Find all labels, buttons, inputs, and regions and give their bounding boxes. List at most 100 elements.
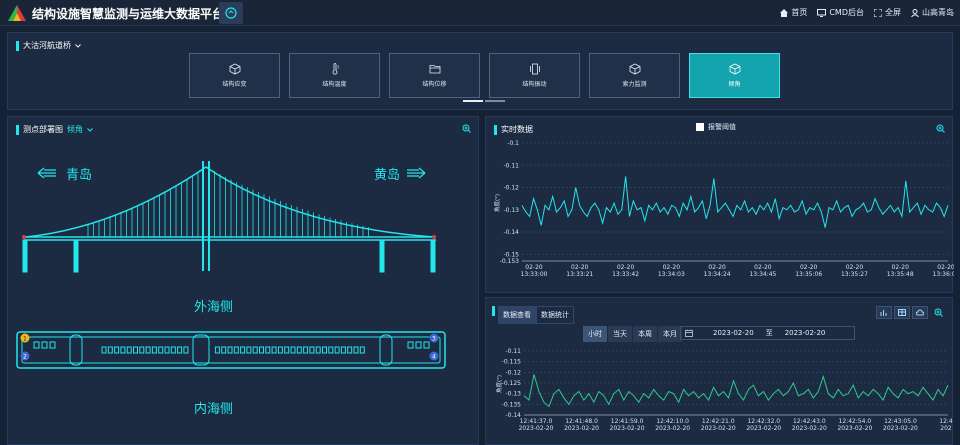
period-week[interactable]: 本周 xyxy=(633,326,658,342)
nav-user[interactable]: 山高青岛 xyxy=(911,7,954,18)
layout-filter[interactable]: 倾角 xyxy=(67,124,83,135)
pier xyxy=(73,239,79,273)
sensor-point[interactable] xyxy=(432,235,436,239)
refresh-icon xyxy=(225,7,237,19)
bridge-selector[interactable]: 大沽河航道桥 xyxy=(16,40,81,51)
tile-temperature[interactable]: 结构温度 xyxy=(289,53,380,98)
deck-segment xyxy=(170,346,176,354)
x-tick-label: 02-20 xyxy=(525,264,543,271)
pager-dot[interactable] xyxy=(485,100,505,102)
deck-segment xyxy=(322,346,327,354)
deck-segment xyxy=(177,346,183,354)
pier xyxy=(430,239,436,273)
legend-label: 报警阈值 xyxy=(708,123,736,131)
x-tick-label: 12:42:43.0 xyxy=(793,418,826,425)
tile-inclination[interactable]: 倾角 xyxy=(689,53,780,98)
back-button[interactable] xyxy=(219,2,243,24)
data-view-header xyxy=(492,306,495,316)
deck-segment xyxy=(252,346,258,354)
top-bar: 结构设施智慧监测与运维大数据平台 首页 CMD后台 全屏 山高青岛 xyxy=(0,0,960,26)
y-tick-label: -0.153 xyxy=(500,258,520,265)
outer-side-label: 外海侧 xyxy=(194,300,233,315)
cube-sensor-icon xyxy=(229,63,240,75)
layout-panel-title: 测点部署图 xyxy=(23,125,63,134)
tile-label: 结构振动 xyxy=(522,81,547,88)
data-view-panel: 数据查看 数据统计 小时 当天 本周 本月 2023-02-20 至 2023-… xyxy=(485,297,953,445)
period-selector: 小时 当天 本周 本月 xyxy=(583,326,683,342)
series-line xyxy=(521,176,949,228)
tile-label: 结构温度 xyxy=(322,81,347,88)
x-tick-label: 2023-02-20 xyxy=(746,425,781,432)
nav-fullscreen[interactable]: 全屏 xyxy=(874,7,901,18)
sensor-marker-label: 4 xyxy=(432,354,436,361)
deck-segment xyxy=(145,346,151,354)
nav-cmd[interactable]: CMD后台 xyxy=(817,7,864,18)
y-tick-label: -0.11 xyxy=(503,162,519,169)
table-button[interactable] xyxy=(894,306,910,319)
x-tick-label: 12:43:05.0 xyxy=(884,418,917,425)
nav-fullscreen-label: 全屏 xyxy=(885,8,901,17)
x-tick-label: 13:36:09 xyxy=(933,271,954,278)
home-icon xyxy=(780,8,789,17)
x-tick-label: 2023-02-20 xyxy=(701,425,736,432)
x-tick-label: 13:35:27 xyxy=(841,271,868,278)
x-tick-label: 13:35:48 xyxy=(887,271,914,278)
x-tick-label: 2023-02-20 xyxy=(519,425,554,432)
title-accent-bar xyxy=(16,124,19,135)
x-tick-label: 13:34:45 xyxy=(749,271,776,278)
deck-segment xyxy=(359,346,365,354)
realtime-chart: -0.1-0.11-0.12-0.13-0.14-0.15-0.153角度(°)… xyxy=(493,140,954,278)
x-tick-label: 02-20 xyxy=(663,264,681,271)
x-tick-label: 12:42:10.0 xyxy=(656,418,689,425)
x-tick-label: 2023-02-20 xyxy=(655,425,690,432)
folder-icon xyxy=(429,65,440,74)
x-tick-label: 13:33:00 xyxy=(521,271,548,278)
zoom-icon[interactable] xyxy=(936,124,945,133)
x-tick-label: 2023-02-20 xyxy=(883,425,918,432)
deck-segment xyxy=(246,346,252,354)
history-chart: -0.11-0.115-0.12-0.125-0.13-0.135-0.14角度… xyxy=(495,348,953,432)
deck-segment xyxy=(240,346,246,354)
period-today[interactable]: 当天 xyxy=(608,326,633,342)
tile-cable-force[interactable]: 索力监测 xyxy=(589,53,680,98)
tile-strain[interactable]: 结构应变 xyxy=(189,53,280,98)
left-arrow-icon xyxy=(37,167,56,179)
deck-segment xyxy=(114,346,120,354)
chevron-down-icon xyxy=(75,43,81,48)
sensor-marker-label: 3 xyxy=(432,336,436,343)
date-from[interactable]: 2023-02-20 xyxy=(713,329,754,337)
bridge-deck xyxy=(24,236,436,241)
x-tick-label: 13:33:21 xyxy=(566,271,593,278)
x-tick-label: 12:41:48.0 xyxy=(565,418,598,425)
deck-segment xyxy=(271,346,277,354)
zoom-button[interactable] xyxy=(930,306,946,319)
y-tick-label: -0.14 xyxy=(503,229,519,236)
right-city-label: 黄岛 xyxy=(374,167,400,183)
tab-data-view[interactable]: 数据查看 xyxy=(498,306,536,324)
deck-segment xyxy=(328,346,334,354)
tab-data-stats[interactable]: 数据统计 xyxy=(536,306,574,324)
title-accent-bar xyxy=(492,306,495,316)
fullscreen-icon xyxy=(874,8,882,17)
nav-home[interactable]: 首页 xyxy=(780,7,807,18)
sensor-point[interactable] xyxy=(22,235,26,239)
date-to[interactable]: 2023-02-20 xyxy=(785,329,826,337)
date-separator: 至 xyxy=(765,329,773,337)
download-button[interactable] xyxy=(912,306,928,319)
bridge-tower xyxy=(202,161,210,271)
monitor-tiles: 结构应变 结构温度 结构位移 结构振动 索力监测 倾角 xyxy=(189,53,780,98)
chart-legend[interactable]: 报警阈值 xyxy=(696,122,736,132)
bar-chart-button[interactable] xyxy=(876,306,892,319)
date-range-picker[interactable]: 2023-02-20 至 2023-02-20 xyxy=(680,326,855,340)
tile-label: 索力监测 xyxy=(622,81,647,88)
pager-dot[interactable] xyxy=(463,100,483,102)
sensor-layout-panel: 测点部署图 倾角 青岛 黄岛 外海侧 内海侧 1 2 3 4 xyxy=(7,116,479,445)
sensor-marker-label: 2 xyxy=(23,354,27,361)
deck-segment xyxy=(353,346,359,354)
tile-vibration[interactable]: 结构振动 xyxy=(489,53,580,98)
x-tick-label: 12:41:37.0 xyxy=(520,418,553,425)
tile-displacement[interactable]: 结构位移 xyxy=(389,53,480,98)
period-hour[interactable]: 小时 xyxy=(583,326,608,342)
zoom-icon[interactable] xyxy=(462,124,471,133)
x-tick-label: 02-20 xyxy=(937,264,954,271)
